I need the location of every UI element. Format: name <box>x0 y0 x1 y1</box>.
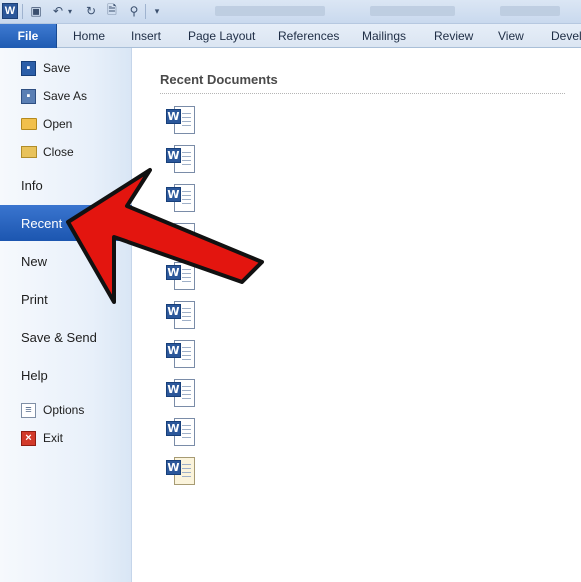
undo-icon[interactable]: ↶ <box>50 3 66 19</box>
nav-recent[interactable]: Recent <box>0 205 133 241</box>
tab-review[interactable]: Review <box>434 24 473 48</box>
word-document-icon[interactable]: W <box>166 300 196 330</box>
customize-toolbar-icon[interactable]: ▾ <box>149 3 165 19</box>
nav-close[interactable]: Close <box>0 139 132 165</box>
close-folder-icon <box>21 146 37 158</box>
word-badge-icon: W <box>166 265 181 280</box>
open-folder-icon <box>21 118 37 130</box>
save-icon: ▪ <box>21 60 36 76</box>
exit-icon: × <box>21 430 36 446</box>
tab-page-layout[interactable]: Page Layout <box>188 24 255 48</box>
nav-save[interactable]: ▪ Save <box>0 55 132 81</box>
word-document-icon[interactable]: W <box>166 261 196 291</box>
toolbar-separator <box>22 4 23 19</box>
save-icon[interactable]: ▣ <box>28 3 44 19</box>
recent-documents-heading: Recent Documents <box>160 72 278 87</box>
word-badge-icon: W <box>166 226 181 241</box>
tab-mailings[interactable]: Mailings <box>362 24 406 48</box>
backstage-nav: ▪ Save ▪ Save As Open Close Info Recent … <box>0 48 133 582</box>
word-document-icon[interactable]: W <box>166 339 196 369</box>
word-badge-icon: W <box>166 460 181 475</box>
nav-info[interactable]: Info <box>0 167 132 203</box>
redo-icon[interactable]: ↻ <box>83 3 99 19</box>
blurred-toolbar-items <box>370 6 455 16</box>
word-app-icon[interactable]: W <box>2 3 18 19</box>
nav-label: Close <box>43 145 74 159</box>
nav-open[interactable]: Open <box>0 111 132 137</box>
nav-save-and-send[interactable]: Save & Send <box>0 319 132 355</box>
quick-access-toolbar: W ▣ ↶ ▾ ↻ 🗎 ⚲ ▾ <box>0 0 581 24</box>
nav-label: Exit <box>43 431 64 445</box>
word-badge-icon: W <box>166 382 181 397</box>
find-icon[interactable]: ⚲ <box>126 3 142 19</box>
nav-label: Save <box>43 61 71 75</box>
word-document-icon[interactable]: W <box>166 456 196 486</box>
word-document-icon[interactable]: W <box>166 183 196 213</box>
word-badge-icon: W <box>166 421 181 436</box>
nav-exit[interactable]: × Exit <box>0 425 132 451</box>
options-icon: ≡ <box>21 402 36 418</box>
word-badge-icon: W <box>166 148 181 163</box>
nav-help[interactable]: Help <box>0 357 132 393</box>
word-document-icon[interactable]: W <box>166 144 196 174</box>
nav-label: Options <box>43 403 85 417</box>
word-document-icon[interactable]: W <box>166 222 196 252</box>
heading-divider <box>160 93 565 94</box>
undo-dropdown-icon[interactable]: ▾ <box>66 3 74 19</box>
nav-options[interactable]: ≡ Options <box>0 397 132 423</box>
nav-new[interactable]: New <box>0 243 132 279</box>
nav-save-as[interactable]: ▪ Save As <box>0 83 132 109</box>
word-badge-icon: W <box>166 187 181 202</box>
tab-developer[interactable]: Develo <box>551 24 581 48</box>
nav-label: Open <box>43 117 73 131</box>
blurred-toolbar-items <box>500 6 560 16</box>
save-as-icon: ▪ <box>21 88 36 104</box>
word-document-icon[interactable]: W <box>166 105 196 135</box>
tab-insert[interactable]: Insert <box>131 24 161 48</box>
word-badge-icon: W <box>166 304 181 319</box>
word-badge-icon: W <box>166 343 181 358</box>
nav-print[interactable]: Print <box>0 281 132 317</box>
tab-references[interactable]: References <box>278 24 339 48</box>
nav-label: Save As <box>43 89 88 103</box>
tab-home[interactable]: Home <box>73 24 105 48</box>
blurred-toolbar-items <box>215 6 325 16</box>
word-document-icon[interactable]: W <box>166 417 196 447</box>
tab-file[interactable]: File <box>0 24 57 48</box>
tab-view[interactable]: View <box>498 24 524 48</box>
word-document-icon[interactable]: W <box>166 378 196 408</box>
toolbar-separator <box>145 4 146 19</box>
ribbon-tab-bar: File Home Insert Page Layout References … <box>0 24 581 48</box>
word-badge-icon: W <box>166 109 181 124</box>
print-preview-icon[interactable]: 🗎 <box>104 3 120 19</box>
recent-documents-panel: Recent Documents W W W W W W W W W W <box>133 48 581 582</box>
